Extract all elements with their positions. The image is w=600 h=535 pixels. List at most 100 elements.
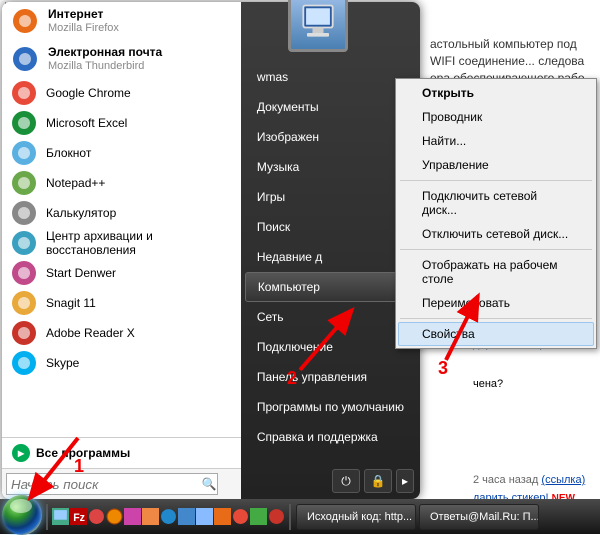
program-item[interactable]: Start Denwer	[2, 258, 241, 288]
right-panel-item[interactable]: Подключение	[241, 332, 420, 362]
program-title: Google Chrome	[46, 86, 131, 100]
program-icon	[10, 79, 38, 107]
right-panel-item[interactable]: Панель управления	[241, 362, 420, 392]
show-desktop-icon[interactable]	[52, 508, 69, 525]
filezilla-icon[interactable]: Fz	[70, 508, 87, 525]
app-icon[interactable]	[142, 508, 159, 525]
app-icon[interactable]	[250, 508, 267, 525]
app-icon[interactable]	[268, 508, 285, 525]
right-panel-item[interactable]: Документы	[241, 92, 420, 122]
program-subtitle: Mozilla Firefox	[48, 22, 119, 35]
annotation-number-1: 1	[74, 456, 84, 477]
program-item[interactable]: Snagit 11	[2, 288, 241, 318]
app-icon[interactable]	[196, 508, 213, 525]
start-menu-left-panel: ИнтернетMozilla FirefoxЭлектронная почта…	[2, 2, 241, 499]
context-menu-item[interactable]: Открыть	[398, 81, 594, 105]
program-title: Snagit 11	[46, 296, 96, 310]
right-panel-item[interactable]: wmas	[241, 62, 420, 92]
context-menu-item[interactable]: Управление	[398, 153, 594, 177]
right-panel-item[interactable]: Программы по умолчанию	[241, 392, 420, 422]
taskbar-task-2[interactable]: @ Ответы@Mail.Ru: П...	[419, 504, 539, 530]
all-programs-button[interactable]: ▸ Все программы	[2, 437, 241, 468]
annotation-number-2: 2	[287, 368, 297, 389]
program-item[interactable]: Microsoft Excel	[2, 108, 241, 138]
app-icon[interactable]	[160, 508, 177, 525]
power-options-button[interactable]: ▸	[396, 469, 414, 493]
program-title: Skype	[46, 356, 79, 370]
program-icon	[10, 349, 38, 377]
context-menu-item[interactable]: Переименовать	[398, 291, 594, 315]
right-panel-item[interactable]: Изображен	[241, 122, 420, 152]
power-button[interactable]: ⏻	[332, 469, 360, 493]
question-text: чена?	[473, 378, 585, 390]
program-item[interactable]: ИнтернетMozilla Firefox	[2, 2, 241, 40]
app-icon[interactable]	[178, 508, 195, 525]
app-icon[interactable]	[232, 508, 249, 525]
program-item[interactable]: Skype	[2, 348, 241, 378]
program-icon	[10, 319, 38, 347]
taskbar-separator	[289, 504, 291, 530]
start-menu: ИнтернетMozilla FirefoxЭлектронная почта…	[2, 2, 420, 499]
computer-monitor-icon	[296, 0, 340, 44]
program-item[interactable]: Калькулятор	[2, 198, 241, 228]
search-bar: 🔍	[2, 468, 241, 499]
program-title: Блокнот	[46, 146, 91, 160]
program-icon	[10, 44, 40, 74]
program-icon	[10, 139, 38, 167]
search-icon: 🔍	[202, 477, 217, 491]
program-item[interactable]: Notepad++	[2, 168, 241, 198]
program-icon	[10, 229, 38, 257]
time-ago: 2 часа назад	[473, 474, 538, 486]
context-menu-item[interactable]: Проводник	[398, 105, 594, 129]
app-icon[interactable]	[214, 508, 231, 525]
app-icon[interactable]	[124, 508, 141, 525]
svg-text:Fz: Fz	[73, 512, 85, 524]
program-title: Notepad++	[46, 176, 105, 190]
program-title: Start Denwer	[46, 266, 116, 280]
context-menu-item[interactable]: Подключить сетевой диск...	[398, 184, 594, 222]
taskbar: Fz Исходный код: http... @ Ответы@Mail.R…	[0, 499, 600, 534]
start-menu-right-panel: wmasДокументыИзображенМузыкаИгрыПоискНед…	[241, 2, 420, 499]
program-title: Центр архивации и восстановления	[46, 229, 233, 258]
right-panel-item[interactable]: Справка и поддержка	[241, 422, 420, 452]
taskbar-task-1[interactable]: Исходный код: http...	[296, 504, 416, 530]
program-item[interactable]: Блокнот	[2, 138, 241, 168]
context-menu-item[interactable]: Отображать на рабочем столе	[398, 253, 594, 291]
app-icon[interactable]	[106, 508, 123, 525]
context-menu-item[interactable]: Найти...	[398, 129, 594, 153]
context-menu-separator	[400, 180, 592, 181]
context-menu-item[interactable]: Отключить сетевой диск...	[398, 222, 594, 246]
source-link[interactable]: (ссылка)	[541, 474, 585, 486]
program-icon	[10, 199, 38, 227]
program-item[interactable]: Adobe Reader X	[2, 318, 241, 348]
start-button[interactable]	[2, 495, 42, 535]
program-title: Калькулятор	[46, 206, 116, 220]
task-label: Исходный код: http...	[307, 511, 412, 523]
right-panel-item[interactable]: Игры	[241, 182, 420, 212]
right-panel-item[interactable]: Недавние д	[241, 242, 420, 272]
program-item[interactable]: Google Chrome	[2, 78, 241, 108]
search-input[interactable]	[6, 473, 218, 495]
program-title: Интернет	[48, 7, 119, 21]
program-icon	[10, 109, 38, 137]
program-title: Электронная почта	[48, 45, 162, 59]
program-item[interactable]: Электронная почтаMozilla Thunderbird	[2, 40, 241, 78]
program-icon	[10, 169, 38, 197]
program-subtitle: Mozilla Thunderbird	[48, 60, 162, 73]
right-panel-item[interactable]: Компьютер	[245, 272, 416, 302]
user-picture[interactable]	[288, 0, 348, 52]
context-menu-separator	[400, 318, 592, 319]
lock-button[interactable]: 🔒	[364, 469, 392, 493]
program-item[interactable]: Центр архивации и восстановления	[2, 228, 241, 258]
all-programs-arrow-icon: ▸	[12, 444, 30, 462]
program-list: ИнтернетMozilla FirefoxЭлектронная почта…	[2, 2, 241, 437]
quick-launch: Fz	[50, 508, 287, 525]
program-icon	[10, 259, 38, 287]
right-panel-item[interactable]: Музыка	[241, 152, 420, 182]
right-panel-item[interactable]: Сеть	[241, 302, 420, 332]
right-panel-item[interactable]: Поиск	[241, 212, 420, 242]
annotation-number-3: 3	[438, 358, 448, 379]
bg-text: WIFI соединение... следова	[430, 53, 600, 70]
context-menu-item[interactable]: Свойства	[398, 322, 594, 346]
app-icon[interactable]	[88, 508, 105, 525]
